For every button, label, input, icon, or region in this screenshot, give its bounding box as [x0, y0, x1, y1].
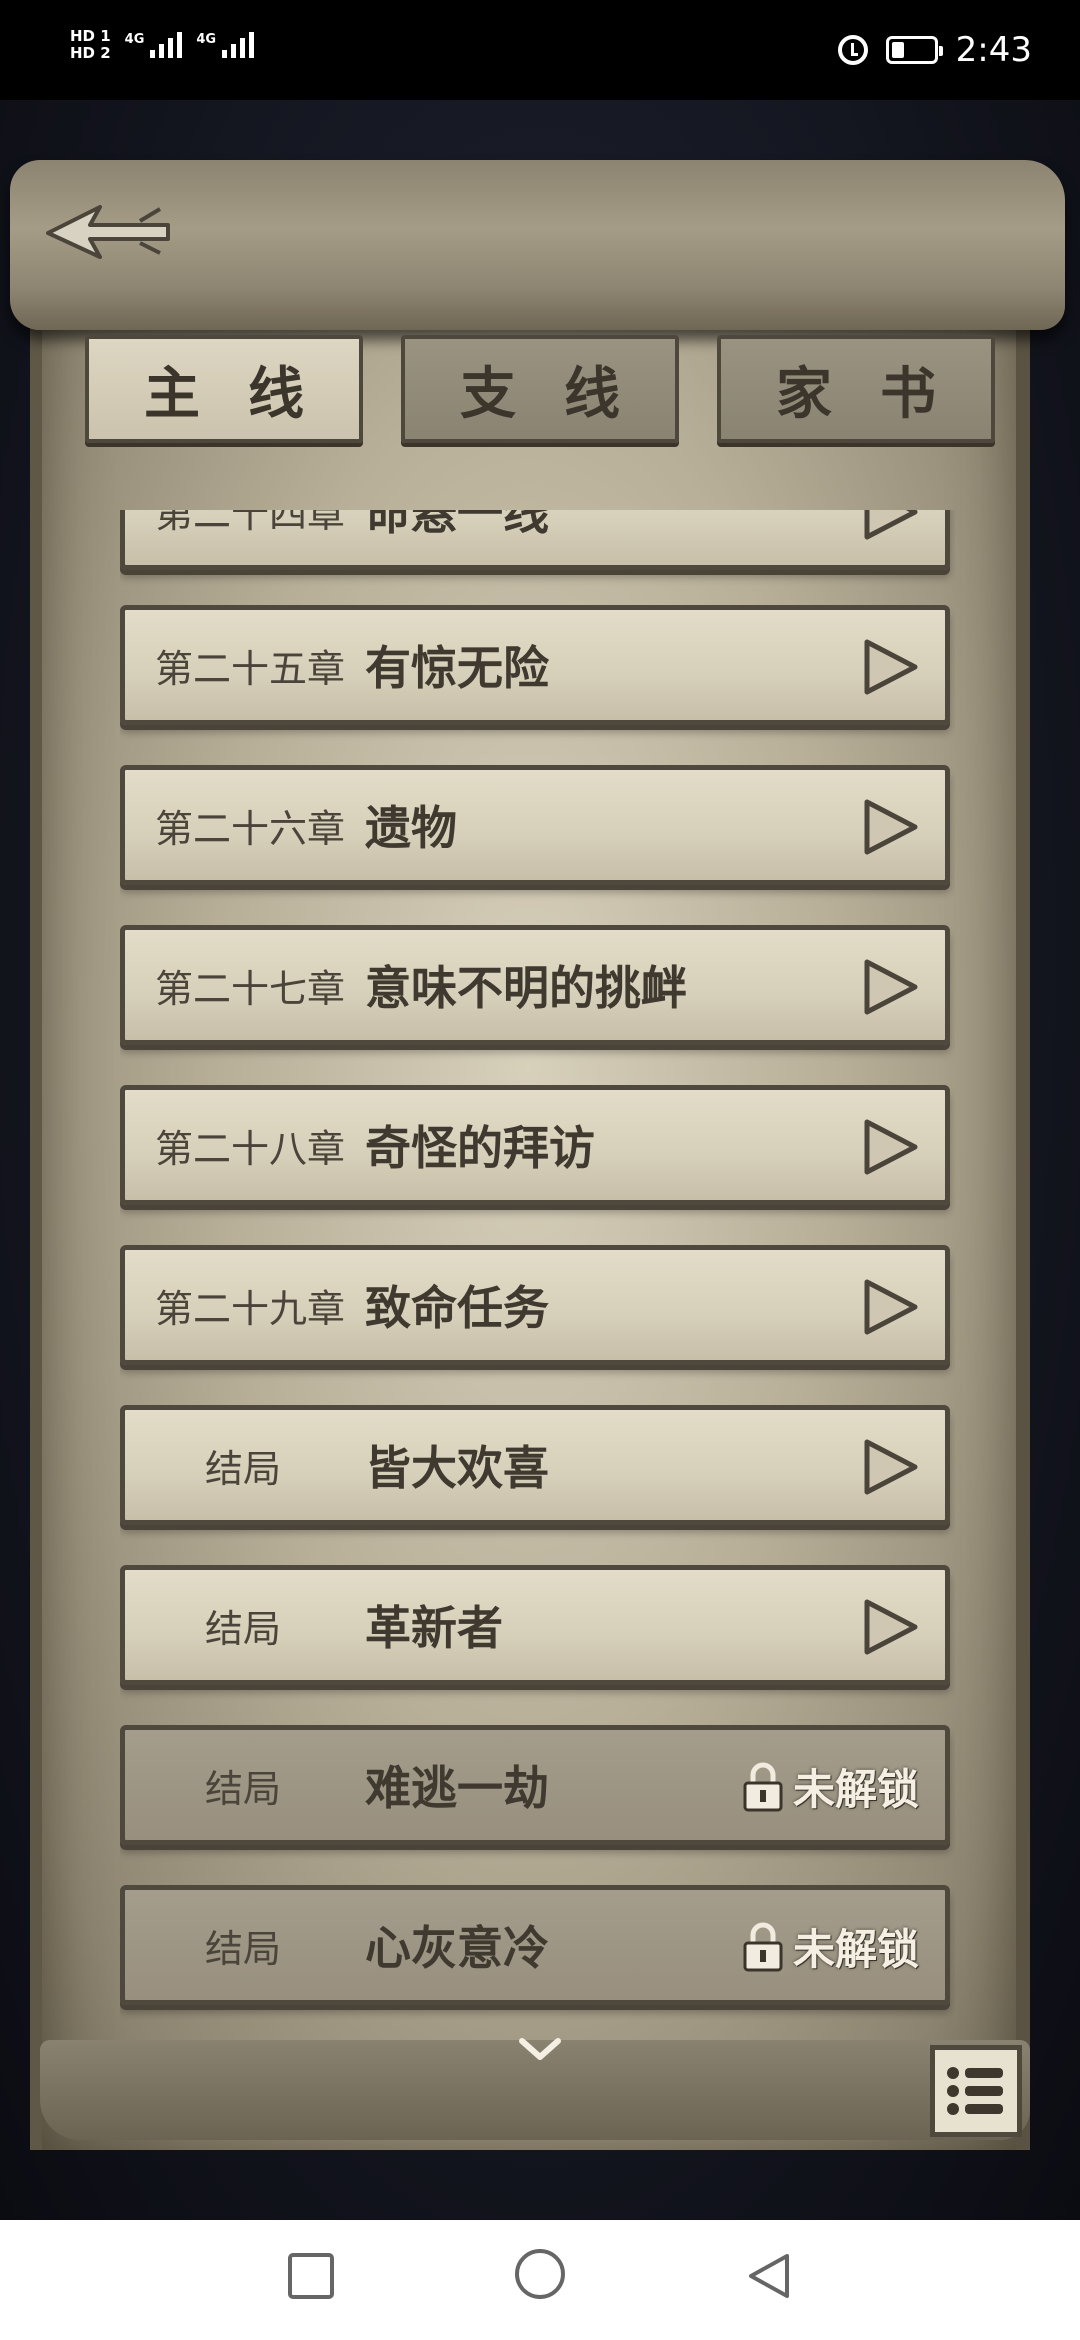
- play-icon: [864, 639, 918, 695]
- chapter-list[interactable]: 第二十四章 命悬一线 第二十五章 有惊无险 第二十六章 遗物 第二十七章 意味不…: [120, 510, 955, 2020]
- chapter-row[interactable]: 第二十四章 命悬一线: [120, 510, 950, 570]
- chapter-title: 遗物: [365, 801, 457, 855]
- status-right: 2:43: [837, 30, 1032, 70]
- chapter-row[interactable]: 第二十七章 意味不明的挑衅: [120, 925, 950, 1045]
- locked-label: 未解锁: [792, 1925, 919, 1974]
- clock: 2:43: [955, 30, 1032, 70]
- battery-icon: [885, 36, 943, 64]
- circle-home-icon[interactable]: [512, 2246, 568, 2302]
- chevron-down-icon[interactable]: [516, 2035, 564, 2065]
- chapter-number: 第二十七章: [154, 966, 345, 1011]
- ending-title: 难逃一劫: [365, 1761, 549, 1815]
- arrow-left-icon: [46, 205, 170, 259]
- chapter-number: 第二十五章: [154, 646, 345, 691]
- play-icon: [864, 1279, 918, 1335]
- sim-indicators: HD 1 HD 2: [70, 28, 111, 62]
- ending-title: 心灰意冷: [365, 1921, 549, 1975]
- back-button[interactable]: [40, 190, 190, 270]
- network-label-2: 4G: [196, 32, 217, 47]
- padlock-icon: [743, 1922, 783, 1971]
- play-icon: [864, 1119, 918, 1175]
- ending-row-locked[interactable]: 结局 心灰意冷 未解锁: [120, 1885, 950, 2005]
- chapter-number: 第二十四章: [154, 510, 345, 536]
- alarm-icon: [837, 35, 868, 65]
- play-icon: [864, 510, 918, 540]
- chapter-row[interactable]: 第二十六章 遗物: [120, 765, 950, 885]
- chapter-title: 致命任务: [365, 1281, 549, 1335]
- chapter-row[interactable]: 第二十九章 致命任务: [120, 1245, 950, 1365]
- tab-main[interactable]: 主线: [85, 335, 363, 443]
- ending-row[interactable]: 结局 革新者: [120, 1565, 950, 1685]
- locked-badge: 未解锁: [741, 1916, 919, 1977]
- sim1-label: HD 1: [70, 27, 111, 45]
- chapter-row[interactable]: 第二十五章 有惊无险: [120, 605, 950, 725]
- signal-icon-2: 4G: [196, 32, 255, 58]
- chapter-title: 奇怪的拜访: [365, 1121, 595, 1175]
- menu-button[interactable]: [930, 2045, 1022, 2137]
- tab-bar: 主线 支线 家书: [85, 335, 995, 445]
- ending-title: 皆大欢喜: [365, 1441, 549, 1495]
- play-icon: [864, 799, 918, 855]
- play-icon: [864, 959, 918, 1015]
- locked-badge: 未解锁: [741, 1756, 919, 1817]
- status-bar: HD 1 HD 2 4G 4G 2:43: [0, 0, 1080, 100]
- tab-letters[interactable]: 家书: [717, 335, 995, 443]
- list-icon: [947, 2067, 1003, 2115]
- chapter-number: 第二十六章: [154, 806, 345, 851]
- tab-side[interactable]: 支线: [401, 335, 679, 443]
- chapter-number: 第二十八章: [154, 1126, 345, 1171]
- triangle-back-icon[interactable]: [743, 2250, 795, 2302]
- locked-label: 未解锁: [792, 1765, 919, 1814]
- play-icon: [864, 1599, 918, 1655]
- padlock-icon: [743, 1762, 783, 1811]
- chapter-number: 第二十九章: [154, 1286, 345, 1331]
- ending-title: 革新者: [365, 1601, 503, 1655]
- square-recent-icon[interactable]: [285, 2250, 337, 2302]
- signal-icon-1: 4G: [125, 32, 183, 58]
- signal-indicators: HD 1 HD 2 4G 4G: [70, 28, 255, 62]
- system-nav-bar: [0, 2220, 1080, 2340]
- network-label-1: 4G: [124, 32, 145, 47]
- sim2-label: HD 2: [70, 44, 111, 62]
- chapter-title: 意味不明的挑衅: [365, 961, 687, 1015]
- chapter-title: 命悬一线: [365, 510, 549, 540]
- ending-row[interactable]: 结局 皆大欢喜: [120, 1405, 950, 1525]
- chapter-title: 有惊无险: [365, 641, 549, 695]
- ending-row-locked[interactable]: 结局 难逃一劫 未解锁: [120, 1725, 950, 1845]
- play-icon: [864, 1439, 918, 1495]
- chapter-row[interactable]: 第二十八章 奇怪的拜访: [120, 1085, 950, 1205]
